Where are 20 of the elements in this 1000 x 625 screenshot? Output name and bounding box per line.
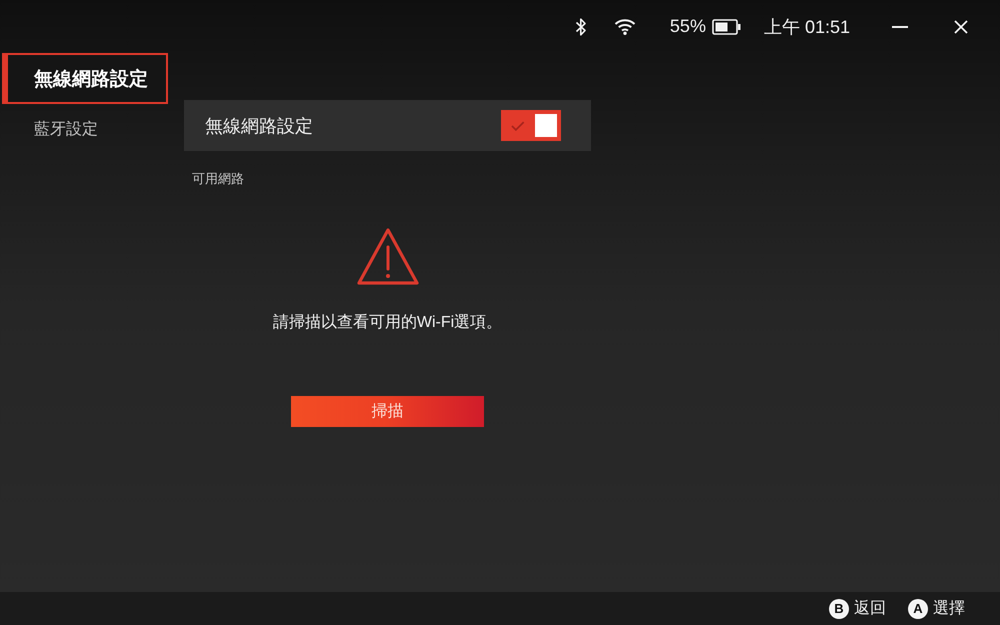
toggle-switch[interactable] xyxy=(501,110,561,141)
setting-label: 無線網路設定 xyxy=(205,114,313,138)
sidebar-item[interactable]: 無線網路設定 xyxy=(2,53,168,104)
battery-percentage: 55% xyxy=(670,16,706,37)
bluetooth-icon xyxy=(574,16,587,36)
section-heading: 可用網路 xyxy=(192,170,244,188)
wifi-icon xyxy=(614,18,636,35)
controller-key: B xyxy=(829,598,849,618)
warning-icon xyxy=(356,227,420,287)
battery-icon xyxy=(712,18,741,34)
info-message: 請掃描以查看可用的Wi-Fi選項。 xyxy=(272,312,502,333)
controller-key: A xyxy=(908,598,928,618)
clock-time: 上午 01:51 xyxy=(764,16,850,38)
sidebar-item[interactable]: 藍牙設定 xyxy=(2,104,168,155)
toggle-knob xyxy=(534,114,557,137)
minimize-icon[interactable] xyxy=(892,26,908,28)
check-icon xyxy=(511,120,525,130)
hint-label: 返回 xyxy=(854,598,886,619)
close-icon[interactable] xyxy=(954,20,968,34)
hint-label: 選擇 xyxy=(933,599,965,619)
